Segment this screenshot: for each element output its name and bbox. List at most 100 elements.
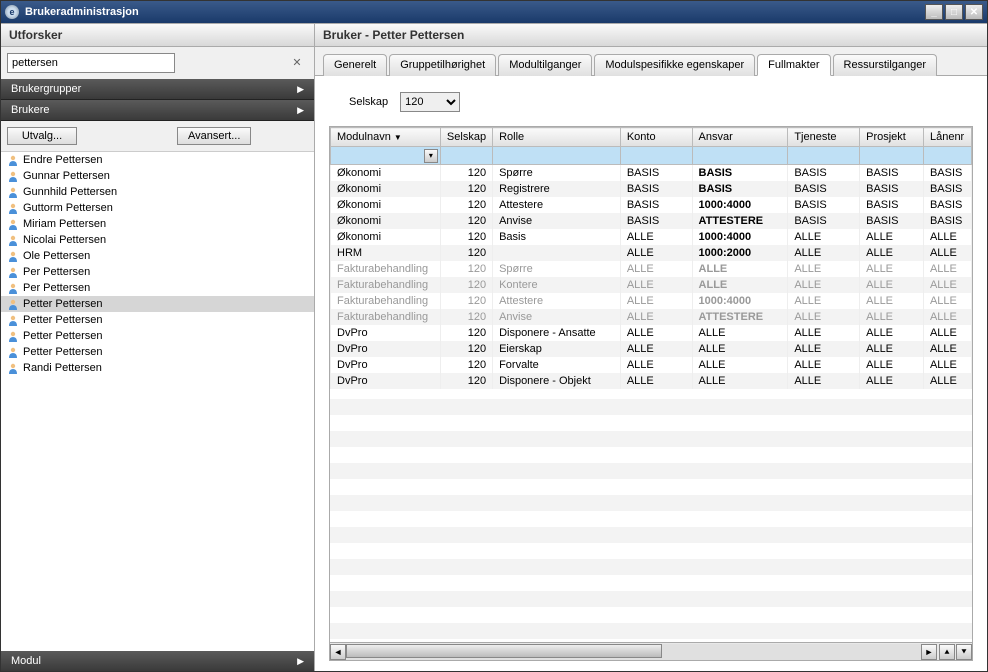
- user-icon: [7, 282, 19, 294]
- fullmakter-grid[interactable]: Modulnavn▼SelskapRolleKontoAnsvarTjenest…: [330, 127, 972, 389]
- scroll-right-icon[interactable]: ►: [921, 644, 937, 660]
- cell-selskap: 120: [440, 293, 492, 309]
- user-list-item[interactable]: Per Pettersen: [1, 264, 314, 280]
- column-header[interactable]: Konto: [620, 128, 692, 147]
- cell-konto: ALLE: [620, 373, 692, 389]
- table-row[interactable]: DvPro120Disponere - ObjektALLEALLEALLEAL…: [331, 373, 972, 389]
- horizontal-scrollbar[interactable]: ◄ ► ⯅ ⯆: [330, 642, 972, 660]
- cell-selskap: 120: [440, 213, 492, 229]
- cell-konto: ALLE: [620, 229, 692, 245]
- tab-modultilganger[interactable]: Modultilganger: [498, 54, 592, 76]
- cell-modul: DvPro: [331, 341, 441, 357]
- column-header[interactable]: Lånenr: [923, 128, 971, 147]
- user-list-item[interactable]: Randi Pettersen: [1, 360, 314, 376]
- user-name: Endre Pettersen: [23, 154, 103, 166]
- user-list-item[interactable]: Petter Pettersen: [1, 344, 314, 360]
- filter-cell[interactable]: [692, 147, 788, 165]
- scroll-thumb[interactable]: [346, 644, 662, 658]
- user-icon: [7, 266, 19, 278]
- table-row[interactable]: Økonomi120AttestereBASIS1000:4000BASISBA…: [331, 197, 972, 213]
- table-row[interactable]: HRM120ALLE1000:2000ALLEALLEALLE: [331, 245, 972, 261]
- filter-cell[interactable]: [923, 147, 971, 165]
- cell-tjeneste: ALLE: [788, 277, 860, 293]
- search-input[interactable]: [7, 53, 175, 73]
- column-header[interactable]: Rolle: [493, 128, 621, 147]
- tab-ressurstilganger[interactable]: Ressurstilganger: [833, 54, 938, 76]
- user-icon: [7, 298, 19, 310]
- close-button[interactable]: ✕: [965, 4, 983, 20]
- table-row[interactable]: Økonomi120RegistrereBASISBASISBASISBASIS…: [331, 181, 972, 197]
- table-row[interactable]: DvPro120Disponere - AnsatteALLEALLEALLEA…: [331, 325, 972, 341]
- table-row[interactable]: Fakturabehandling120AnviseALLEATTESTEREA…: [331, 309, 972, 325]
- cell-prosjekt: BASIS: [860, 213, 924, 229]
- user-list-item[interactable]: Ole Pettersen: [1, 248, 314, 264]
- avansert-button[interactable]: Avansert...: [177, 127, 251, 145]
- filter-cell[interactable]: [860, 147, 924, 165]
- minimize-button[interactable]: _: [925, 4, 943, 20]
- app-icon: e: [5, 5, 19, 19]
- user-icon: [7, 250, 19, 262]
- accordion-brukere[interactable]: Brukere ▶: [1, 100, 314, 121]
- user-list-item[interactable]: Petter Pettersen: [1, 296, 314, 312]
- user-list-item[interactable]: Miriam Pettersen: [1, 216, 314, 232]
- column-header[interactable]: Tjeneste: [788, 128, 860, 147]
- table-row[interactable]: DvPro120EierskapALLEALLEALLEALLEALLE: [331, 341, 972, 357]
- column-header[interactable]: Modulnavn▼: [331, 128, 441, 147]
- filter-cell[interactable]: [440, 147, 492, 165]
- user-icon: [7, 346, 19, 358]
- filter-dropdown-icon[interactable]: ▾: [424, 149, 438, 163]
- table-row[interactable]: Økonomi120AnviseBASISATTESTEREBASISBASIS…: [331, 213, 972, 229]
- accordion-brukergrupper[interactable]: Brukergrupper ▶: [1, 79, 314, 100]
- titlebar[interactable]: e Brukeradministrasjon _ □ ✕: [1, 1, 987, 23]
- cell-konto: ALLE: [620, 261, 692, 277]
- maximize-button[interactable]: □: [945, 4, 963, 20]
- cell-lanenr: ALLE: [923, 229, 971, 245]
- user-list-item[interactable]: Endre Pettersen: [1, 152, 314, 168]
- user-list-item[interactable]: Per Pettersen: [1, 280, 314, 296]
- tab-modulspesifikke-egenskaper[interactable]: Modulspesifikke egenskaper: [594, 54, 755, 76]
- user-list-item[interactable]: Petter Pettersen: [1, 312, 314, 328]
- clear-search-icon[interactable]: ✕: [290, 56, 304, 70]
- filter-cell[interactable]: [788, 147, 860, 165]
- user-list-item[interactable]: Gunnar Pettersen: [1, 168, 314, 184]
- cell-ansvar: ATTESTERE: [692, 213, 788, 229]
- column-header[interactable]: Prosjekt: [860, 128, 924, 147]
- table-row[interactable]: DvPro120ForvalteALLEALLEALLEALLEALLE: [331, 357, 972, 373]
- filter-cell[interactable]: [620, 147, 692, 165]
- filter-cell[interactable]: ▾: [331, 147, 441, 165]
- tab-fullmakter[interactable]: Fullmakter: [757, 54, 830, 76]
- cell-ansvar: 1000:4000: [692, 229, 788, 245]
- user-list[interactable]: Endre Pettersen Gunnar PettersenGunnhild …: [1, 151, 314, 651]
- user-list-item[interactable]: Nicolai Pettersen: [1, 232, 314, 248]
- selskap-select[interactable]: 120: [400, 92, 460, 112]
- column-header[interactable]: Selskap: [440, 128, 492, 147]
- table-row[interactable]: Fakturabehandling120AttestereALLE1000:40…: [331, 293, 972, 309]
- scroll-up-icon[interactable]: ⯅: [939, 644, 955, 660]
- cell-selskap: 120: [440, 197, 492, 213]
- scroll-left-icon[interactable]: ◄: [330, 644, 346, 660]
- tab-gruppetilhørighet[interactable]: Gruppetilhørighet: [389, 54, 496, 76]
- table-row[interactable]: Fakturabehandling120SpørreALLEALLEALLEAL…: [331, 261, 972, 277]
- table-row[interactable]: Økonomi120BasisALLE1000:4000ALLEALLEALLE: [331, 229, 972, 245]
- accordion-modul[interactable]: Modul ▶: [1, 651, 314, 671]
- sort-desc-icon: ▼: [394, 133, 402, 142]
- cell-prosjekt: ALLE: [860, 277, 924, 293]
- tab-generelt[interactable]: Generelt: [323, 54, 387, 76]
- table-row[interactable]: Økonomi120SpørreBASISBASISBASISBASISBASI…: [331, 165, 972, 181]
- cell-konto: BASIS: [620, 197, 692, 213]
- user-icon: [7, 170, 19, 182]
- cell-ansvar: 1000:4000: [692, 293, 788, 309]
- table-row[interactable]: Fakturabehandling120KontereALLEALLEALLEA…: [331, 277, 972, 293]
- cell-tjeneste: ALLE: [788, 309, 860, 325]
- user-list-item[interactable]: Gunnhild Pettersen: [1, 184, 314, 200]
- utvalg-button[interactable]: Utvalg...: [7, 127, 77, 145]
- column-header[interactable]: Ansvar: [692, 128, 788, 147]
- scroll-down-icon[interactable]: ⯆: [956, 644, 972, 660]
- user-list-item[interactable]: Petter Pettersen: [1, 328, 314, 344]
- filter-cell[interactable]: [493, 147, 621, 165]
- user-list-item[interactable]: Guttorm Pettersen: [1, 200, 314, 216]
- cell-lanenr: ALLE: [923, 309, 971, 325]
- cell-rolle: Eierskap: [493, 341, 621, 357]
- cell-selskap: 120: [440, 341, 492, 357]
- cell-modul: DvPro: [331, 325, 441, 341]
